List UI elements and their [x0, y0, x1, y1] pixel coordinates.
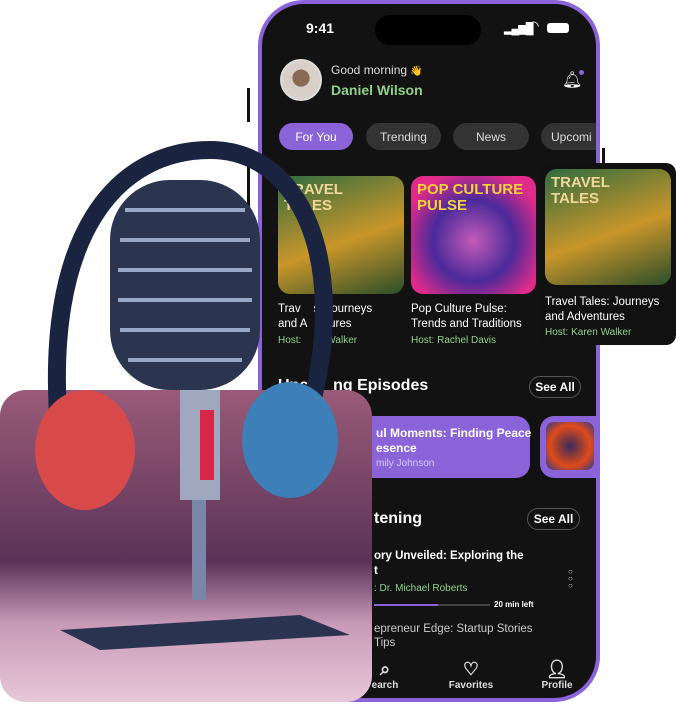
podcast-cover — [546, 422, 594, 470]
wave-emoji: 👋 — [410, 66, 423, 77]
upcoming-host: mily Johnson — [376, 458, 435, 469]
more-options-icon[interactable]: ○ ○ ○ — [568, 568, 573, 590]
bell-icon[interactable]: 🔔︎ — [562, 70, 585, 90]
user-name: Daniel Wilson — [331, 82, 423, 98]
episode-host: Host: Rachel Davis — [411, 335, 497, 346]
list-item-host: : Dr. Michael Roberts — [374, 583, 468, 594]
dynamic-island — [375, 15, 481, 45]
episode-host: Host: Karen Walker — [545, 327, 632, 338]
avatar[interactable] — [280, 59, 322, 101]
upcoming-title-cont: esence — [376, 441, 417, 455]
see-all-upcoming-button[interactable]: See All — [529, 376, 581, 398]
cover-text: TRAVEL TALES — [551, 174, 610, 207]
nav-favorites[interactable]: ♡ Favorites — [436, 659, 506, 691]
wifi-icon: ◠ — [528, 18, 540, 33]
greeting-text: Good morning — [331, 63, 408, 77]
episode-title: Pop Culture Pulse: Trends and Traditions — [411, 303, 522, 330]
heart-icon: ♡ — [462, 659, 480, 679]
nav-profile[interactable]: 👤︎ Profile — [522, 659, 592, 691]
upcoming-title: ul Moments: Finding Peace — [376, 426, 532, 440]
see-all-continue-button[interactable]: See All — [527, 508, 580, 530]
list-item-title[interactable]: epreneur Edge: Startup Stories — [374, 623, 533, 635]
tab-upcoming[interactable]: Upcomi — [541, 123, 596, 150]
cover-text: POP CULTURE PULSE — [417, 181, 524, 214]
progress-bar — [374, 604, 490, 606]
list-item-title[interactable]: ory Unveiled: Exploring the — [374, 550, 524, 562]
battery-icon — [547, 23, 569, 33]
user-icon: 👤︎ — [545, 659, 569, 679]
remaining-time: 20 min left — [494, 600, 534, 609]
section-title-continue: tening — [374, 510, 422, 527]
microphone-headphones-image — [35, 140, 350, 650]
podcast-cover[interactable]: POP CULTURE PULSE — [411, 176, 536, 294]
popout-card[interactable]: TRAVEL TALES Travel Tales: Journeys and A… — [538, 163, 676, 345]
podcast-cover: TRAVEL TALES — [545, 169, 671, 285]
episode-title: Travel Tales: Journeys and Adventures — [545, 296, 660, 323]
status-time: 9:41 — [306, 20, 335, 36]
upcoming-card[interactable] — [540, 416, 596, 478]
tab-news[interactable]: News — [453, 123, 529, 150]
